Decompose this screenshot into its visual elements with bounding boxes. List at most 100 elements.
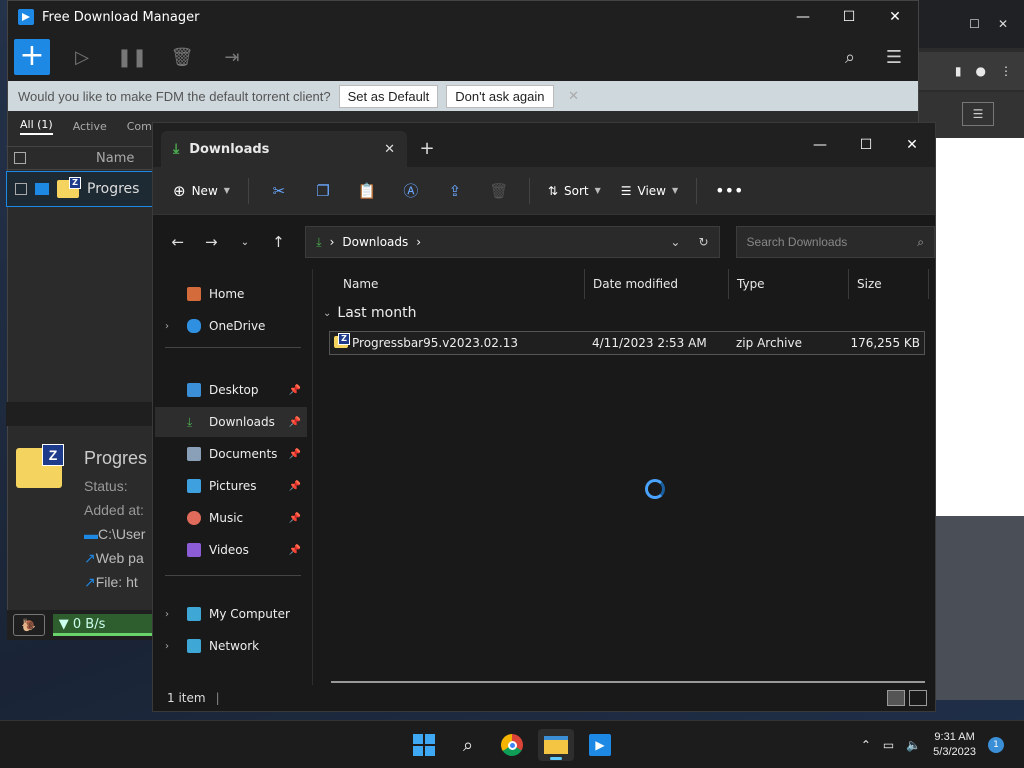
details-web-page[interactable]: ↗Web pa: [84, 550, 144, 567]
pin-icon[interactable]: 📌: [289, 513, 307, 524]
fdm-taskbar-icon[interactable]: ▶: [582, 729, 618, 761]
new-tab-button[interactable]: +: [407, 131, 447, 167]
chrome-icon[interactable]: [494, 729, 530, 761]
sort-button[interactable]: ⇅ Sort ▼: [540, 175, 609, 207]
network-status-icon[interactable]: ▭: [883, 738, 894, 752]
file-explorer-icon[interactable]: [538, 729, 574, 761]
maximize-icon[interactable]: ☐: [843, 137, 889, 153]
minimize-icon[interactable]: —: [780, 9, 826, 25]
paste-icon[interactable]: 📋: [347, 175, 387, 207]
row-checkbox[interactable]: [15, 183, 27, 195]
close-icon[interactable]: ✕: [998, 17, 1008, 31]
name-column-header[interactable]: Name: [96, 151, 134, 166]
address-bar[interactable]: ⤓ › Downloads › ⌄ ↻: [305, 226, 720, 258]
notification-badge[interactable]: 1: [988, 737, 1004, 753]
search-icon[interactable]: ⌕: [450, 729, 486, 761]
default-client-banner: Would you like to make FDM the default t…: [8, 81, 918, 111]
sidebar-item-pictures[interactable]: Pictures 📌: [155, 471, 307, 501]
expand-arrow-icon[interactable]: ›: [165, 641, 169, 652]
file-row[interactable]: Progressbar95.v2023.02.13 4/11/2023 2:53…: [329, 331, 925, 355]
fdm-details-divider[interactable]: [6, 402, 156, 426]
collapse-chevron-icon[interactable]: ⌄: [323, 308, 331, 319]
expand-arrow-icon[interactable]: ›: [165, 609, 169, 620]
address-dropdown-icon[interactable]: ⌄: [670, 235, 680, 249]
volume-icon[interactable]: 🔈: [906, 738, 921, 752]
menu-icon[interactable]: ☰: [876, 39, 912, 75]
forward-icon[interactable]: →: [197, 233, 227, 251]
resume-icon[interactable]: ▷: [64, 39, 100, 75]
tab-active[interactable]: Active: [73, 120, 107, 133]
more-options-icon[interactable]: •••: [707, 175, 751, 207]
set-default-button[interactable]: Set as Default: [338, 84, 439, 108]
command-bar: ⊕ New ▼ ✂ ❐ 📋 Ⓐ ⇪ 🗑 ⇅ Sort ▼ ☰ View ▼ •••: [153, 167, 935, 215]
details-path[interactable]: ▬C:\User: [84, 526, 145, 542]
cut-icon[interactable]: ✂: [259, 175, 299, 207]
tab-downloads[interactable]: ⤓ Downloads ✕: [161, 131, 407, 167]
maximize-icon[interactable]: ☐: [826, 9, 872, 25]
close-tab-icon[interactable]: ✕: [384, 142, 395, 157]
pin-icon[interactable]: 📌: [289, 545, 307, 556]
more-vert-icon[interactable]: ⋮: [1000, 64, 1012, 78]
sidebar-item-downloads[interactable]: ⤓ Downloads 📌: [155, 407, 307, 437]
sidebar-item-my-computer[interactable]: › My Computer: [155, 599, 307, 629]
new-button[interactable]: ⊕ New ▼: [165, 175, 238, 207]
column-header-type[interactable]: Type: [729, 269, 849, 299]
sidebar-item-music[interactable]: Music 📌: [155, 503, 307, 533]
sidebar-item-videos[interactable]: Videos 📌: [155, 535, 307, 565]
maximize-icon[interactable]: ☐: [969, 17, 980, 31]
sidebar-item-home[interactable]: Home: [155, 279, 307, 309]
sidebar-item-desktop[interactable]: Desktop 📌: [155, 375, 307, 405]
pin-icon[interactable]: 📌: [289, 417, 307, 428]
clock[interactable]: 9:31 AM 5/3/2023: [933, 730, 976, 760]
browser-titlebar: ☐ ✕: [916, 0, 1024, 48]
delete-icon[interactable]: 🗑: [479, 175, 519, 207]
hamburger-menu-icon[interactable]: ☰: [962, 102, 994, 126]
bookmark-icon[interactable]: ▮: [955, 64, 962, 78]
tiles-view-icon[interactable]: [909, 690, 927, 706]
details-file[interactable]: ↗File: ht: [84, 574, 138, 591]
copy-icon[interactable]: ❐: [303, 175, 343, 207]
back-icon[interactable]: ←: [163, 233, 193, 251]
expand-arrow-icon[interactable]: ›: [165, 321, 169, 332]
sidebar-item-onedrive[interactable]: › OneDrive: [155, 311, 307, 341]
tab-all[interactable]: All (1): [20, 118, 53, 135]
horizontal-scrollbar[interactable]: [331, 681, 925, 683]
details-view-icon[interactable]: [887, 690, 905, 706]
recent-locations-icon[interactable]: ⌄: [230, 237, 260, 248]
delete-icon[interactable]: 🗑: [164, 39, 200, 75]
profile-icon[interactable]: ●: [976, 64, 986, 78]
column-header-date-modified[interactable]: Date modified: [585, 269, 729, 299]
item-count: 1 item: [167, 691, 206, 705]
breadcrumb-downloads[interactable]: Downloads: [342, 235, 408, 249]
refresh-icon[interactable]: ↻: [698, 235, 708, 249]
group-header-last-month[interactable]: ⌄ Last month: [323, 305, 416, 321]
sidebar-item-network[interactable]: › Network: [155, 631, 307, 661]
pause-icon[interactable]: ❚❚: [114, 39, 150, 75]
move-icon[interactable]: ⇥: [214, 39, 250, 75]
dont-ask-button[interactable]: Don't ask again: [446, 84, 554, 108]
sidebar-item-documents[interactable]: Documents 📌: [155, 439, 307, 469]
download-row[interactable]: Progres: [6, 171, 156, 207]
search-icon[interactable]: ⌕: [832, 39, 868, 75]
column-header-size[interactable]: Size: [849, 269, 929, 299]
start-button[interactable]: [406, 729, 442, 761]
add-download-button[interactable]: +: [14, 39, 50, 75]
view-button[interactable]: ☰ View ▼: [613, 175, 686, 207]
select-all-checkbox[interactable]: [14, 152, 26, 164]
column-header-name[interactable]: Name: [335, 269, 585, 299]
minimize-icon[interactable]: —: [797, 137, 843, 153]
pin-icon[interactable]: 📌: [289, 449, 307, 460]
rename-icon[interactable]: Ⓐ: [391, 175, 431, 207]
snail-mode-icon[interactable]: 🐌: [13, 614, 45, 636]
close-icon[interactable]: ✕: [872, 9, 918, 25]
pane-divider[interactable]: [312, 269, 313, 685]
chevron-up-icon[interactable]: ⌃: [861, 738, 871, 752]
pin-icon[interactable]: 📌: [289, 385, 307, 396]
close-icon[interactable]: ✕: [889, 137, 935, 153]
details-name: Progres: [84, 448, 148, 468]
pin-icon[interactable]: 📌: [289, 481, 307, 492]
share-icon[interactable]: ⇪: [435, 175, 475, 207]
up-icon[interactable]: ↑: [264, 233, 294, 251]
banner-close-icon[interactable]: ✕: [554, 88, 594, 104]
search-input[interactable]: Search Downloads ⌕: [735, 226, 935, 258]
